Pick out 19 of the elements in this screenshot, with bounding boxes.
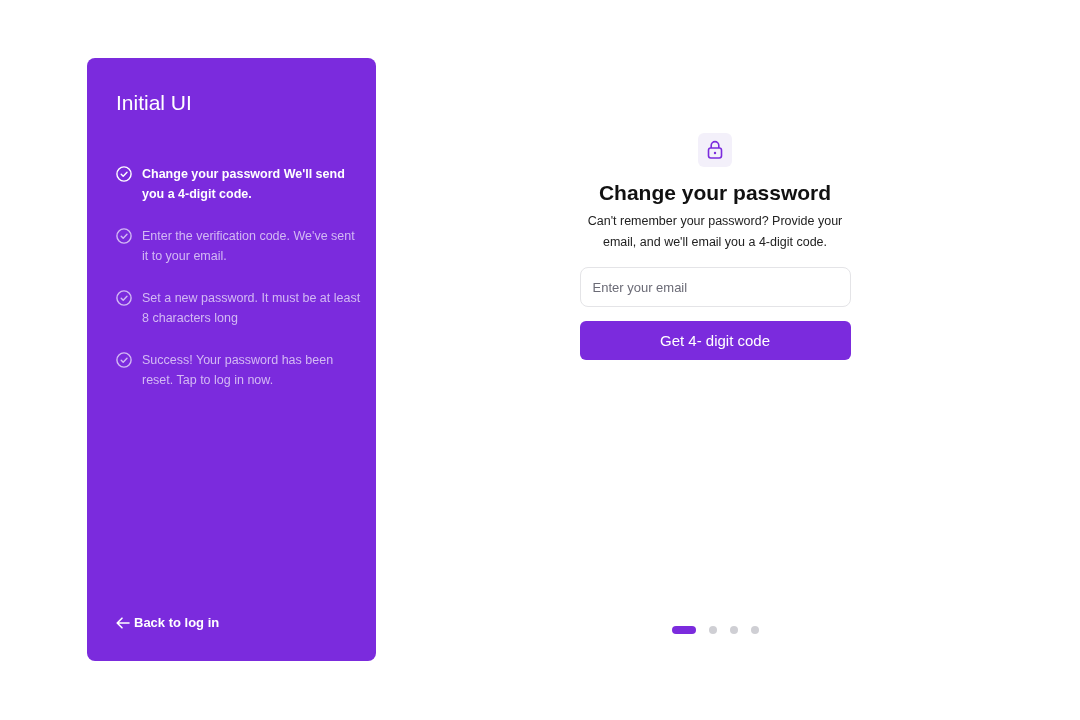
page-description: Can't remember your password? Provide your email, and we'll email you a 4-digit code. — [586, 213, 844, 251]
sidebar-title: Initial UI — [116, 90, 193, 116]
check-circle-icon — [116, 352, 132, 368]
step-text: Success! Your password has been reset. Tap to log in now. — [142, 352, 335, 389]
pagination-dot[interactable] — [750, 626, 759, 634]
step-text: Change your password We'll send you a 4-digit code. — [142, 166, 346, 203]
page-heading: Change your password — [598, 180, 832, 206]
check-circle-icon — [116, 228, 132, 244]
lock-icon — [698, 133, 732, 167]
pagination-dot[interactable] — [729, 626, 738, 634]
back-to-login-link[interactable]: Back to log in — [116, 613, 220, 633]
email-input[interactable]: Enter your email — [579, 267, 851, 307]
step-text: Set a new password. It must be at least 8 characters long — [142, 290, 362, 327]
pagination-dot[interactable] — [708, 626, 717, 634]
get-code-button[interactable]: Get 4- digit code — [579, 321, 851, 360]
check-circle-icon — [116, 166, 132, 182]
step-text: Enter the verification code. We've sent it to your email. — [142, 228, 356, 265]
check-circle-icon — [116, 290, 132, 306]
arrow-left-icon — [116, 617, 130, 629]
